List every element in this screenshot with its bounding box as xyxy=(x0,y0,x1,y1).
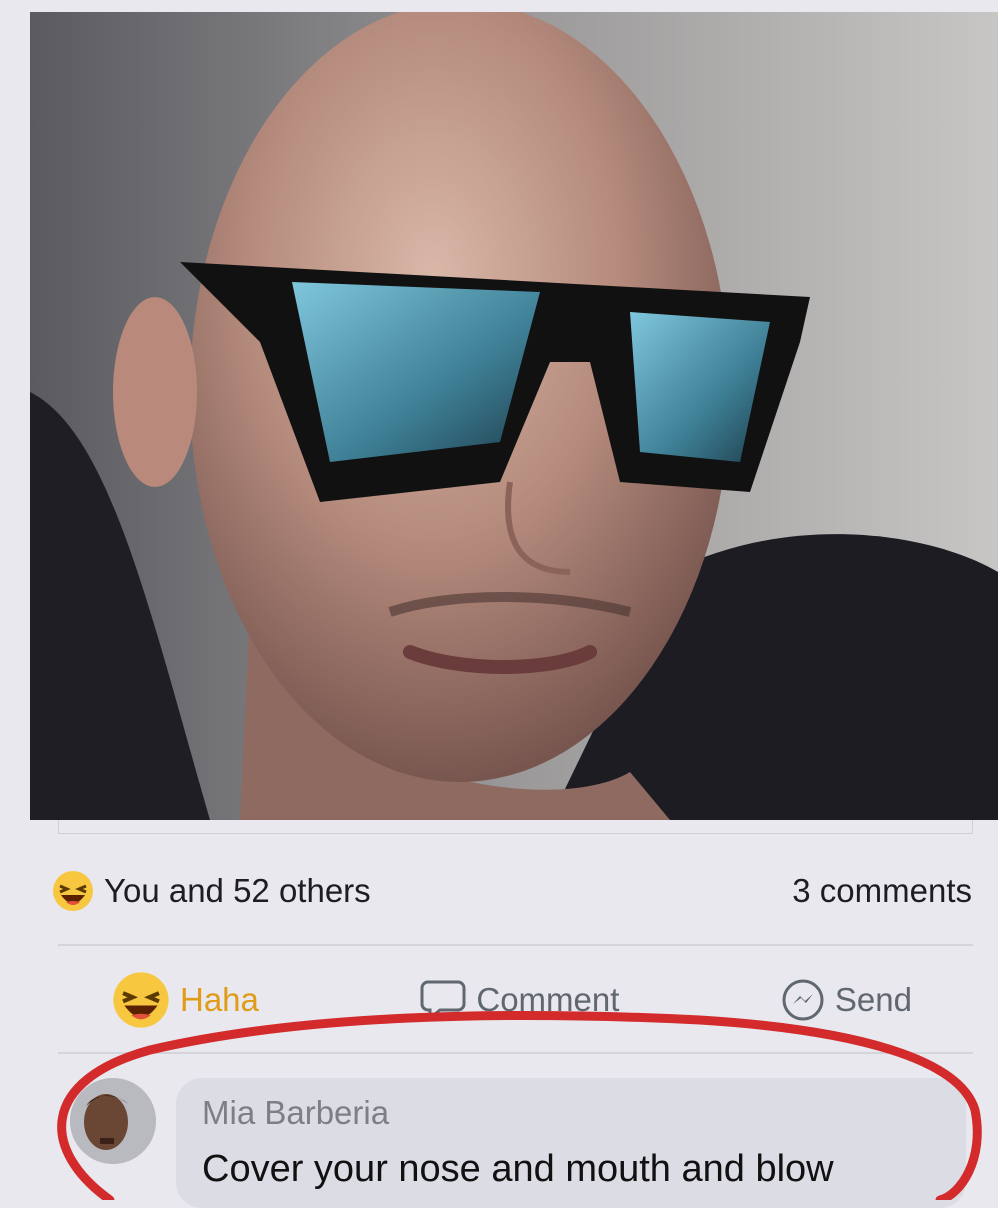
reactions-summary-text: You and 52 others xyxy=(104,872,371,909)
reactions-summary[interactable]: You and 52 others xyxy=(52,870,371,912)
post-photo[interactable] xyxy=(30,12,998,820)
divider-bottom xyxy=(58,1052,973,1054)
haha-emoji-icon xyxy=(113,972,169,1028)
photo-frame xyxy=(58,820,973,834)
post-stats: You and 52 others 3 comments xyxy=(52,866,972,916)
messenger-icon xyxy=(782,979,824,1021)
haha-label: Haha xyxy=(180,981,259,1018)
action-bar: Haha Comment Send xyxy=(112,972,912,1028)
comment-text: Cover your nose and mouth and blow xyxy=(202,1148,834,1190)
comment: Mia Barberia Cover your nose and mouth a… xyxy=(70,1078,970,1208)
avatar[interactable] xyxy=(70,1078,156,1164)
divider-top xyxy=(58,944,973,946)
avatar-image xyxy=(70,1078,156,1164)
comment-button[interactable]: Comment xyxy=(420,978,619,1022)
comment-label: Comment xyxy=(476,981,620,1018)
send-button[interactable]: Send xyxy=(781,978,912,1022)
photo-image xyxy=(30,12,998,820)
comment-bubble-icon xyxy=(420,980,466,1022)
send-label: Send xyxy=(834,981,912,1018)
comment-author[interactable]: Mia Barberia xyxy=(202,1094,389,1132)
haha-button[interactable]: Haha xyxy=(112,971,259,1029)
comment-bubble[interactable]: Mia Barberia Cover your nose and mouth a… xyxy=(176,1078,966,1208)
haha-emoji-icon xyxy=(53,871,93,911)
comments-count[interactable]: 3 comments xyxy=(792,872,972,910)
